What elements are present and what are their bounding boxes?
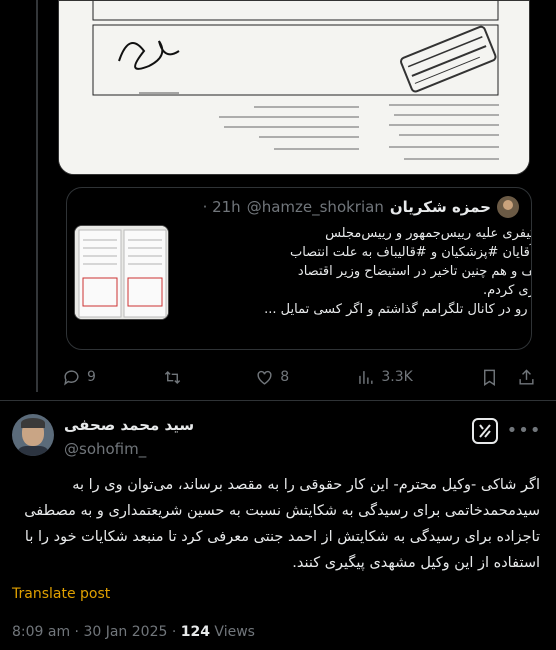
- document-image[interactable]: [58, 0, 530, 175]
- retweet-button[interactable]: [163, 368, 188, 387]
- post-line: استفاده از این وکیل مشهدی پیگیری کنند.: [292, 555, 540, 571]
- post-meta: 8:09 am · 30 Jan 2025 · 124 Views: [12, 624, 255, 640]
- document-drawing: [59, 1, 529, 174]
- views-button[interactable]: 3.3K: [356, 368, 413, 387]
- avatar[interactable]: [12, 414, 54, 456]
- post-line: سیدمحمدخاتمی برای رسیدگی به شکایتش نسبت …: [24, 503, 540, 519]
- grok-icon: [479, 424, 491, 438]
- retweet-icon: [164, 370, 181, 384]
- reply-button[interactable]: 9: [62, 368, 96, 387]
- quoted-line: شکایت کیفری علیه رییس‌جمهور و رییس‌مجلس: [325, 226, 531, 241]
- reply-icon: [64, 369, 79, 386]
- author-name[interactable]: سید محمد صحفی: [64, 416, 194, 434]
- quoted-post-avatar[interactable]: [497, 196, 519, 218]
- divider: [0, 400, 556, 401]
- post-text: اگر شاکی -وکیل محترم- این کار حقوقی را ب…: [12, 472, 540, 576]
- share-icon[interactable]: [517, 368, 536, 387]
- quoted-line: متن شکایت رو در کانال تلگرامم گذاشتم و ا…: [264, 302, 531, 317]
- post-line: تاجزاده برای رسیدگی به شکایتش از احمد جن…: [24, 529, 540, 545]
- post-views-count: 124: [180, 624, 210, 640]
- action-bar: 9 8 3.3K: [62, 362, 536, 392]
- quoted-line: امروز علیه آقایان #پزشکیان و #قالیباف به…: [289, 245, 532, 260]
- quoted-post-text: شکایت کیفری علیه رییس‌جمهور و رییس‌مجلس …: [243, 224, 532, 340]
- like-count: 8: [280, 369, 290, 385]
- post-line: اگر شاکی -وکیل محترم- این کار حقوقی را ب…: [72, 477, 540, 493]
- post-views-label: Views: [209, 624, 255, 640]
- quoted-line: آقای #ظریف و هم چنین تاخیر در استیضاح وز…: [297, 264, 531, 279]
- reply-count: 9: [87, 369, 96, 385]
- quoted-post-image[interactable]: [74, 225, 169, 320]
- document-thumbnail: [75, 226, 168, 319]
- thread-line: [36, 0, 38, 392]
- quoted-post-author[interactable]: حمزه شکریان: [390, 198, 491, 216]
- views-count: 3.3K: [381, 369, 413, 385]
- more-options-button[interactable]: •••: [507, 420, 541, 441]
- heart-icon: [257, 370, 272, 385]
- quoted-post-time: · 21h: [202, 198, 241, 216]
- author-handle[interactable]: @sohofim_: [64, 440, 146, 458]
- grok-button[interactable]: [472, 418, 498, 444]
- bookmark-icon[interactable]: [480, 368, 499, 387]
- share-group: [480, 368, 536, 387]
- post-timestamp[interactable]: 8:09 am · 30 Jan 2025 ·: [12, 624, 181, 640]
- quoted-post-header: · 21h @hamze_shokrian حمزه شکریان: [203, 196, 519, 218]
- more-icon: •••: [506, 419, 542, 441]
- translate-post-link[interactable]: Translate post: [12, 586, 110, 602]
- bar-chart-icon: [359, 370, 373, 384]
- like-button[interactable]: 8: [255, 368, 289, 387]
- quoted-line: شکایت کیفری کردم.: [482, 283, 531, 298]
- quoted-post-handle[interactable]: @hamze_shokrian: [247, 198, 384, 216]
